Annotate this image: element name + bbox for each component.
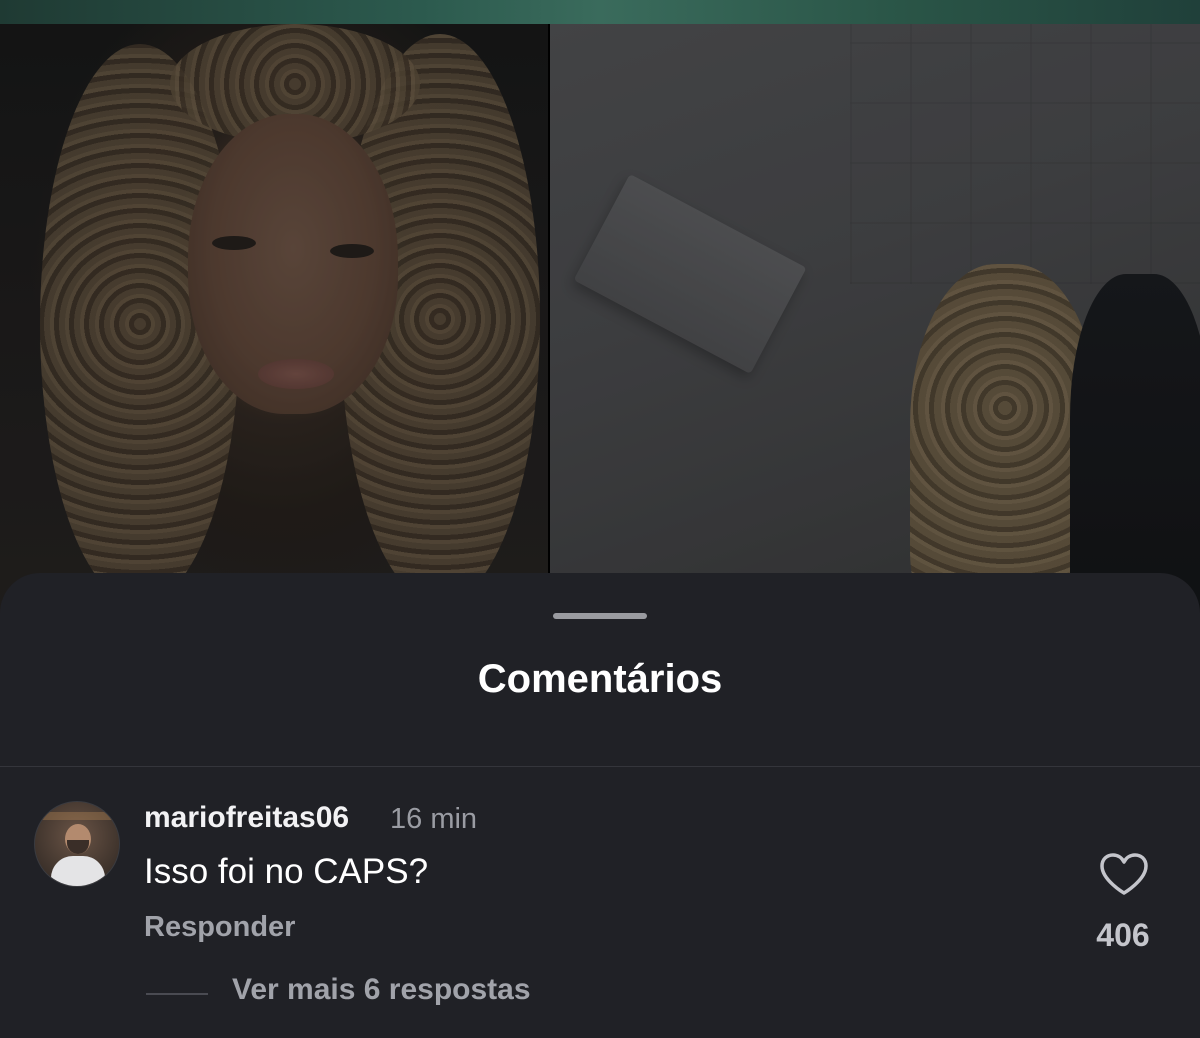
comment-item: mariofreitas06 16 min Isso foi no CAPS? … (0, 767, 1200, 1038)
comment-username[interactable]: mariofreitas06 (144, 801, 349, 835)
sheet-title: Comentários (477, 657, 723, 701)
background-dim-overlay (0, 24, 1200, 624)
comment-time: 16 min (390, 803, 478, 835)
avatar-shirt (51, 856, 105, 886)
comments-sheet: Comentários mariofreitas06 16 min Isso f… (0, 573, 1200, 1038)
previous-content-strip (0, 0, 1200, 24)
reply-button[interactable]: Responder (144, 911, 295, 944)
screen: Comentários mariofreitas06 16 min Isso f… (0, 0, 1200, 1038)
avatar-beard (67, 840, 89, 854)
heart-icon[interactable] (1098, 851, 1150, 897)
replies-line (146, 993, 208, 995)
view-more-replies-button[interactable]: Ver mais 6 respostas (232, 973, 531, 1007)
comment-text: Isso foi no CAPS? (144, 852, 429, 891)
avatar[interactable] (34, 801, 120, 887)
sheet-grabber[interactable] (553, 613, 647, 619)
like-count: 406 (1096, 917, 1150, 953)
avatar-background (35, 812, 119, 820)
